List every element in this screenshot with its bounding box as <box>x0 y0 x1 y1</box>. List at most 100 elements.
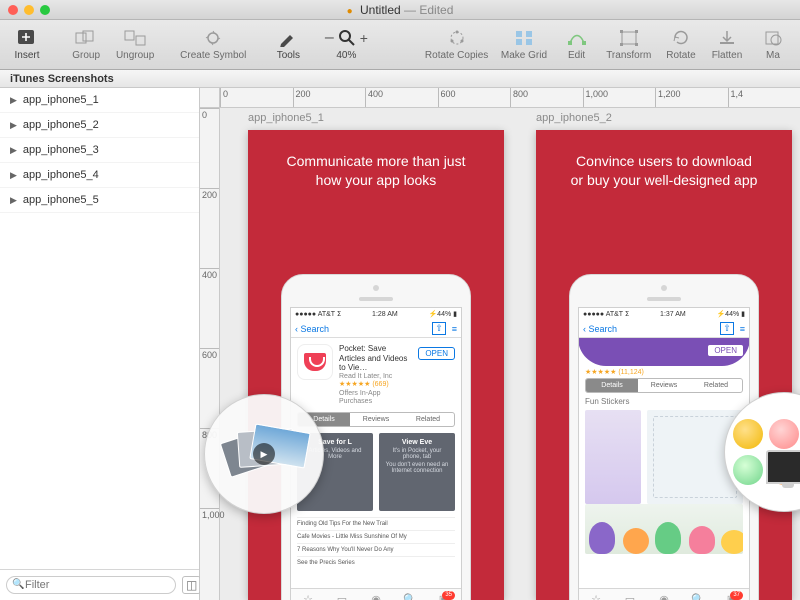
group-icon <box>74 28 98 48</box>
plus-square-icon <box>15 28 39 48</box>
disclosure-icon: ▶ <box>10 145 17 156</box>
list-icon[interactable]: ≡ <box>452 324 457 334</box>
tab-topcharts[interactable]: ▭Top Charts <box>325 589 359 600</box>
share-icon[interactable]: ⇧ <box>432 322 446 335</box>
flatten-button[interactable]: Flatten <box>704 26 750 63</box>
open-button[interactable]: OPEN <box>707 344 744 357</box>
symbol-icon <box>201 28 225 48</box>
app-banner: OPEN <box>578 338 750 366</box>
layer-row[interactable]: ▶app_iphone5_4 <box>0 163 199 188</box>
layer-row[interactable]: ▶ app_iphone5_1 <box>0 88 199 113</box>
back-button[interactable]: ‹ Search <box>295 324 329 334</box>
artboard-label[interactable]: app_iphone5_1 <box>248 112 324 124</box>
layer-name: app_iphone5_5 <box>23 194 99 206</box>
updates-badge: 35 <box>442 591 455 600</box>
ruler-corner <box>200 88 220 108</box>
ungroup-icon <box>123 28 147 48</box>
headline: Communicate more than just how your app … <box>248 130 504 190</box>
list-item: 7 Reasons Why You'll Never Do Any <box>297 543 455 556</box>
tab-nearme[interactable]: ◉Near Me <box>647 589 681 600</box>
disclosure-icon: ▶ <box>10 195 17 206</box>
phone-speaker-icon <box>359 297 393 301</box>
tab-search[interactable]: 🔍Search <box>393 589 427 600</box>
tools-button[interactable]: Tools <box>265 26 311 63</box>
page-selector[interactable]: iTunes Screenshots <box>0 70 800 88</box>
layer-name: app_iphone5_3 <box>23 144 99 156</box>
ruler-horizontal: 02004006008001,0001,2001,4 <box>220 88 800 108</box>
group-button[interactable]: Group <box>63 26 109 63</box>
disclosure-icon: ▶ <box>10 95 17 106</box>
mask-button-partial[interactable]: Ma <box>750 26 796 63</box>
list-item: Cafe Movies - Little Miss Sunshine Of My <box>297 530 455 543</box>
edit-button[interactable]: Edit <box>554 26 600 63</box>
eyedropper-icon[interactable]: ◫ <box>182 576 201 594</box>
layer-row[interactable]: ▶ app_iphone5_3 <box>0 138 199 163</box>
filter-input[interactable] <box>6 576 176 594</box>
transform-icon <box>617 28 641 48</box>
tab-featured[interactable]: ☆Featured <box>291 589 325 600</box>
edit-nodes-icon <box>565 28 589 48</box>
grid-icon <box>512 28 536 48</box>
zoom-level: 40% <box>336 50 356 61</box>
layer-name: app_iphone5_2 <box>23 119 99 131</box>
minimize-icon[interactable] <box>24 5 34 15</box>
zoom-icon[interactable] <box>40 5 50 15</box>
pencil-icon <box>276 28 300 48</box>
layer-row[interactable]: ▶ app_iphone5_5 <box>0 188 199 213</box>
app-title: Pocket: Save Articles and Videos to Vie… <box>339 344 412 373</box>
tab-featured[interactable]: ☆Featured <box>579 589 613 600</box>
zoom-out-button[interactable]: – <box>325 29 334 47</box>
back-button[interactable]: ‹ Search <box>583 324 617 334</box>
tab-nearme[interactable]: ◉Near Me <box>359 589 393 600</box>
headline: Convince users to download or buy your w… <box>536 130 792 190</box>
character-strip <box>585 504 743 554</box>
insert-button[interactable]: Insert <box>4 26 50 63</box>
segment-control[interactable]: Details Reviews Related <box>585 378 743 393</box>
artboard-label[interactable]: app_iphone5_2 <box>536 112 612 124</box>
pocket-logo-icon <box>304 353 326 371</box>
layer-name: app_iphone5_1 <box>23 94 99 106</box>
flatten-icon <box>715 28 739 48</box>
ungroup-button[interactable]: Ungroup <box>109 26 161 63</box>
ruler-vertical: 02004006008001,000 <box>200 108 220 600</box>
window-titlebar: ● Untitled — Edited <box>0 0 800 20</box>
open-button[interactable]: OPEN <box>418 347 455 360</box>
make-grid-button[interactable]: Make Grid <box>494 26 553 63</box>
doc-title: Untitled <box>360 3 401 17</box>
transform-button[interactable]: Transform <box>600 26 658 63</box>
mask-icon <box>761 28 785 48</box>
edited-suffix: — Edited <box>404 3 453 17</box>
share-icon[interactable]: ⇧ <box>720 322 734 335</box>
search-icon: 🔍 <box>12 579 24 590</box>
updates-badge: 37 <box>730 591 743 600</box>
create-symbol-button[interactable]: Create Symbol <box>174 26 252 63</box>
close-icon[interactable] <box>8 5 18 15</box>
screenshot-thumb <box>585 410 641 504</box>
status-bar: ●●●●● AT&T ⵉ 1:28 AM ⚡44% ▮ <box>291 308 461 320</box>
segment-control[interactable]: Details Reviews Related <box>297 412 455 427</box>
tab-updates[interactable]: ▣Updates35 <box>427 589 461 600</box>
disclosure-icon: ▶ <box>10 120 17 131</box>
imac-icon <box>766 450 800 484</box>
app-author: Read It Later, Inc <box>339 373 412 381</box>
canvas[interactable]: 02004006008001,0001,2001,4 0200400600800… <box>200 88 800 600</box>
magnify-icon[interactable] <box>338 29 356 47</box>
rotate-copies-button[interactable]: Rotate Copies <box>419 26 494 63</box>
rotate-button[interactable]: Rotate <box>658 26 704 63</box>
section-title: Fun Stickers <box>579 393 749 410</box>
app-icon <box>297 344 333 380</box>
tab-search[interactable]: 🔍Search <box>681 589 715 600</box>
layers-panel: ▶app_iphone5_1▶app_iphone5_2▶app_iphone5… <box>0 88 200 600</box>
rotate-icon <box>669 28 693 48</box>
list-icon[interactable]: ≡ <box>740 324 745 334</box>
toolbar: Insert Group Ungroup Create Symbol Tools… <box>0 20 800 70</box>
app-iap: Offers In-App Purchases <box>339 390 412 407</box>
rotate-copies-icon <box>445 28 469 48</box>
artboard-2[interactable]: Convince users to download or buy your w… <box>536 130 792 600</box>
phone-camera-icon <box>661 285 667 291</box>
layer-row[interactable]: ▶ app_iphone5_2 <box>0 113 199 138</box>
artboard-1[interactable]: Communicate more than just how your app … <box>248 130 504 600</box>
tab-topcharts[interactable]: ▭Top Charts <box>613 589 647 600</box>
tab-updates[interactable]: ▣Updates37 <box>715 589 749 600</box>
zoom-in-button[interactable]: + <box>360 30 368 46</box>
